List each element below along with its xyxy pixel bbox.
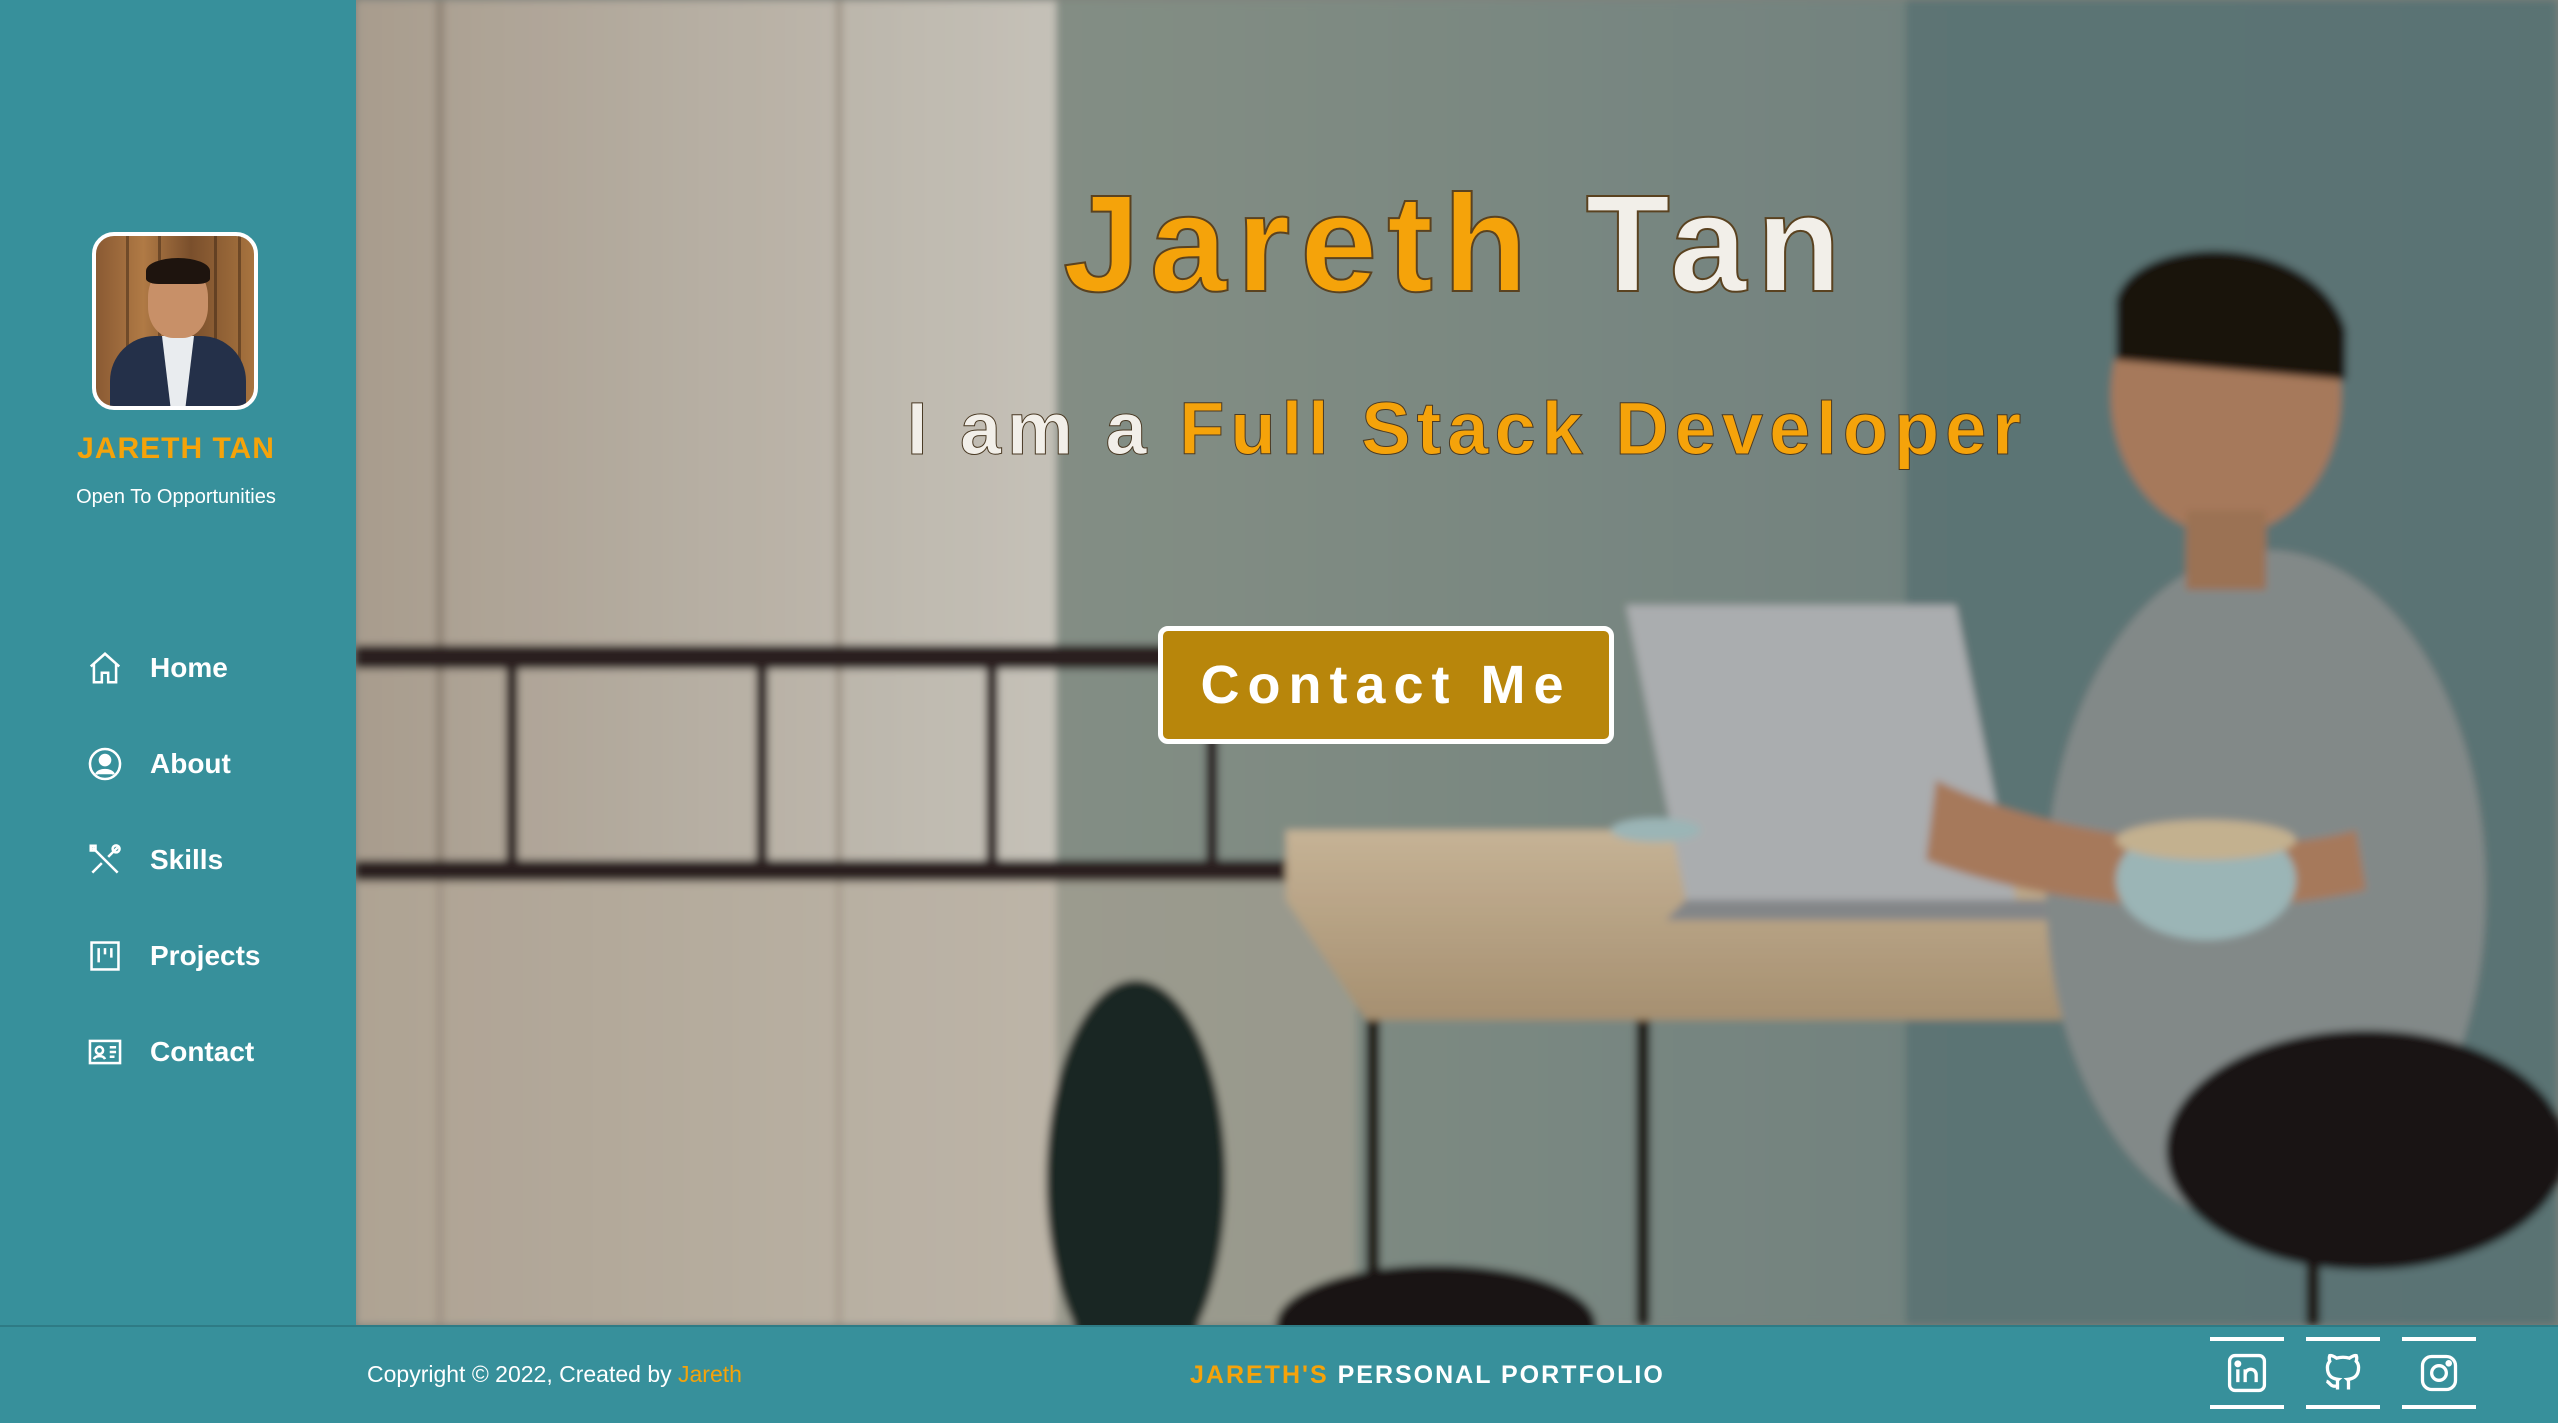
copyright-text: Copyright © 2022, Created by [367,1361,672,1387]
social-links [2210,1337,2498,1409]
profile-name: JARETH TAN [77,432,275,465]
contact-me-button[interactable]: Contact Me [1158,626,1614,744]
avatar [92,232,258,410]
footer: Copyright © 2022, Created by Jareth JARE… [0,1325,2558,1423]
nav-item-about[interactable]: About [84,736,261,792]
user-icon [84,743,126,785]
nav-item-home[interactable]: Home [84,640,261,696]
nav-item-contact[interactable]: Contact [84,1024,261,1080]
footer-brand: JARETH'S PERSONAL PORTFOLIO [1190,1361,1665,1390]
nav-label-about: About [150,748,231,779]
tools-icon [84,839,126,881]
kanban-icon [84,935,126,977]
copyright-author[interactable]: Jareth [678,1361,742,1387]
github-icon[interactable] [2306,1337,2380,1409]
hero-section: Jareth Tan I am a Full Stack Developer C… [356,0,2558,1325]
nav-item-skills[interactable]: Skills [84,832,261,888]
hero-first-name: Jareth [1062,166,1538,322]
instagram-icon[interactable] [2402,1337,2476,1409]
contact-card-icon [84,1031,126,1073]
hero-subtitle-role: Full Stack Developer [1179,387,2028,471]
profile-status: Open To Opportunities [76,486,276,508]
hero-last-name: Tan [1585,166,1851,322]
copyright: Copyright © 2022, Created by Jareth [367,1361,742,1388]
nav-label-projects: Projects [150,940,261,971]
nav-label-contact: Contact [150,1036,255,1067]
footer-brand-accent: JARETH'S [1190,1361,1329,1389]
nav-label-skills: Skills [150,844,224,875]
nav-item-projects[interactable]: Projects [84,928,261,984]
footer-brand-rest: PERSONAL PORTFOLIO [1337,1361,1665,1389]
hero-title: Jareth Tan [356,165,2558,324]
nav-label-home: Home [150,652,228,683]
hero-subtitle: I am a Full Stack Developer [356,386,2558,471]
sidebar-nav: Home About Skills Projects Contact [84,640,261,1120]
hero-subtitle-prefix: I am a [906,387,1153,471]
home-icon [84,647,126,689]
linkedin-icon[interactable] [2210,1337,2284,1409]
sidebar: JARETH TAN Open To Opportunities Home Ab… [0,0,356,1325]
